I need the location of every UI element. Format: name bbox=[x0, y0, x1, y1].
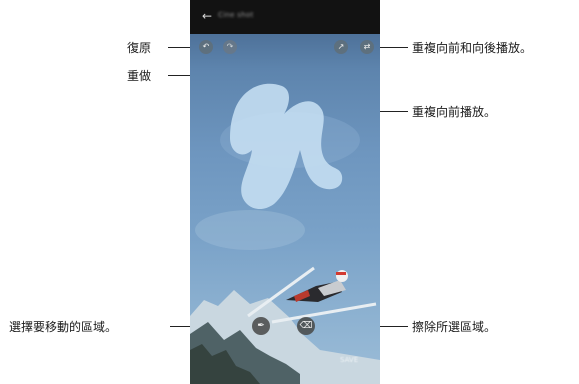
repeat-forward-callout-label: 重複向前播放。 bbox=[412, 105, 497, 119]
brush-icon: ✒ bbox=[257, 321, 265, 331]
top-bar: ← Cine shot bbox=[190, 0, 380, 34]
redo-button[interactable]: ↷ bbox=[223, 40, 237, 54]
erase-callout-label: 擦除所選區域。 bbox=[412, 320, 497, 334]
repeat-forward-backward-button[interactable]: ⇄ bbox=[360, 40, 374, 54]
select-move-callout-label: 選擇要移動的區域。 bbox=[9, 320, 118, 334]
redo-callout-label: 重做 bbox=[127, 69, 152, 83]
play-forward-icon: ↗ bbox=[337, 42, 345, 51]
undo-button[interactable]: ↶ bbox=[199, 40, 213, 54]
redo-icon: ↷ bbox=[226, 42, 234, 51]
screen-title: Cine shot bbox=[218, 11, 254, 19]
phone-screen: ← Cine shot ↶ ↷ ↗ ⇄ ✒ ⌫ SAVE bbox=[190, 0, 380, 384]
eraser-icon: ⌫ bbox=[299, 321, 313, 331]
erase-button[interactable]: ⌫ bbox=[297, 317, 315, 335]
repeat-both-callout-label: 重複向前和向後播放。 bbox=[412, 41, 533, 55]
save-button[interactable]: SAVE bbox=[340, 356, 358, 364]
select-move-button[interactable]: ✒ bbox=[252, 317, 270, 335]
repeat-icon: ⇄ bbox=[363, 42, 371, 51]
undo-callout-label: 復原 bbox=[127, 41, 152, 55]
scene-illustration bbox=[190, 83, 380, 384]
repeat-forward-button[interactable]: ↗ bbox=[334, 40, 348, 54]
undo-icon: ↶ bbox=[202, 42, 210, 51]
back-arrow-icon[interactable]: ← bbox=[200, 9, 214, 23]
